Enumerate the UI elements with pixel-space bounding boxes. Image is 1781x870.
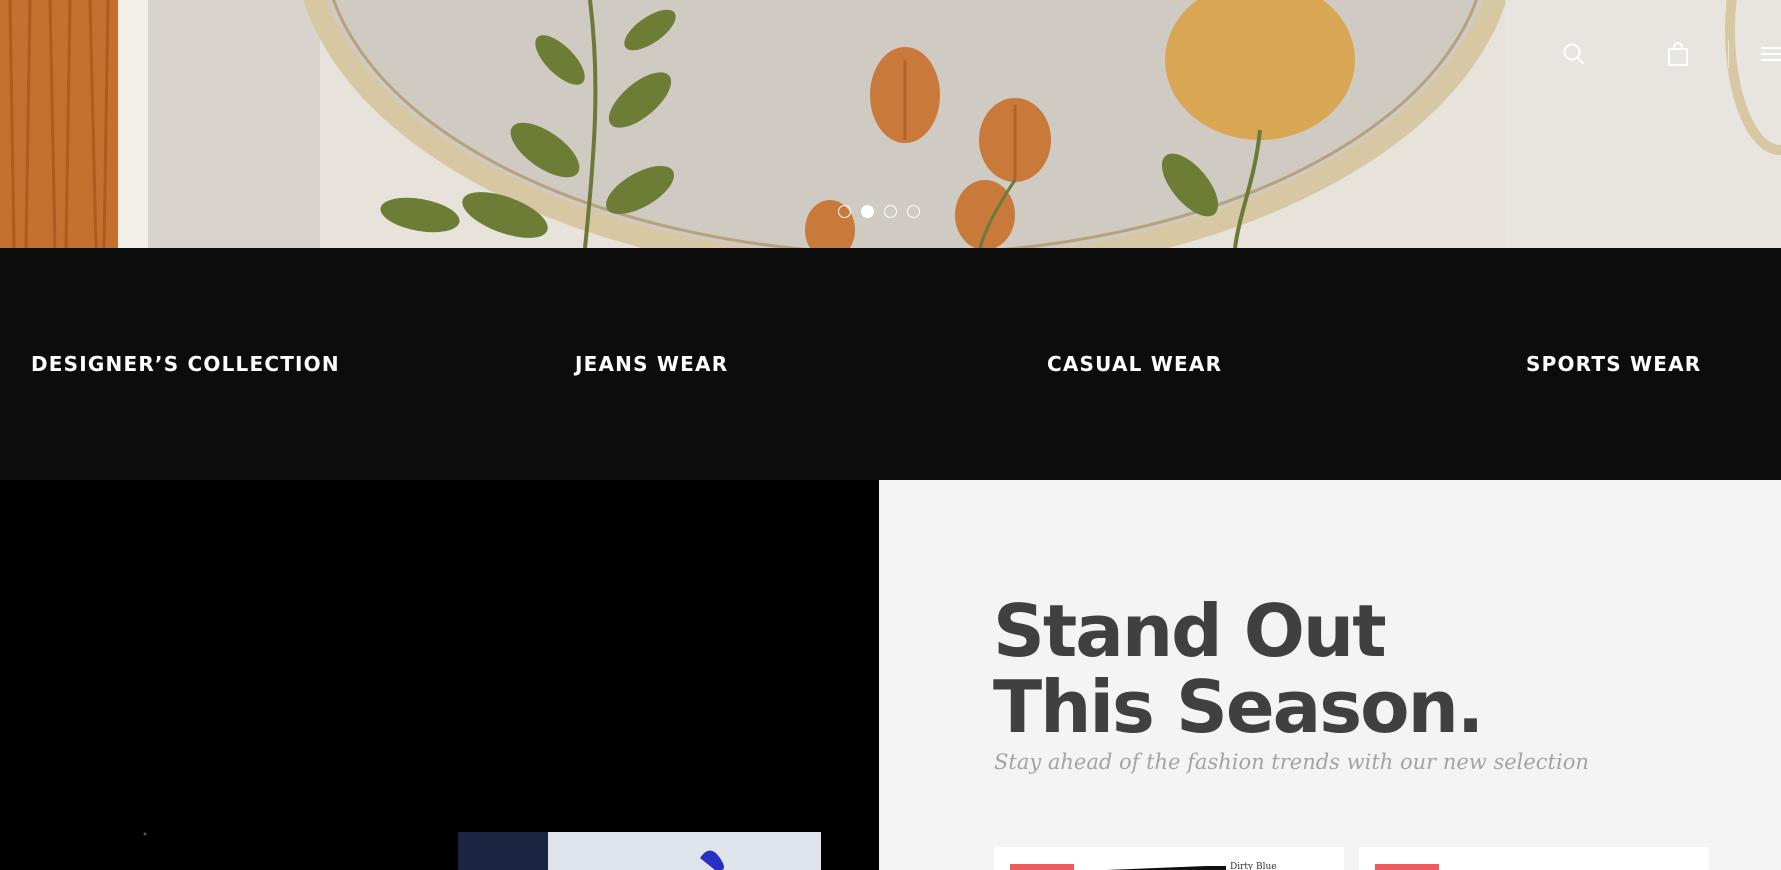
headline-line-1: Stand Out xyxy=(993,589,1387,673)
product-badge xyxy=(1375,864,1439,870)
slider-dot-4[interactable] xyxy=(907,205,920,218)
category-jeans-wear[interactable]: JEANS WEAR xyxy=(575,352,728,376)
category-designers-collection[interactable]: DESIGNER’S COLLECTION xyxy=(31,352,340,376)
promo-subtitle: Stay ahead of the fashion trends with ou… xyxy=(994,750,1589,774)
promo-photo xyxy=(0,480,879,870)
shopping-bag-icon[interactable] xyxy=(1664,40,1692,68)
product-thumbnail xyxy=(1106,866,1226,870)
slider-dot-1[interactable] xyxy=(838,205,851,218)
menu-icon[interactable] xyxy=(1761,40,1781,68)
promo-image xyxy=(0,480,879,870)
slider-pagination xyxy=(838,205,920,218)
hero-slider xyxy=(0,0,1781,248)
product-card[interactable] xyxy=(1359,847,1709,870)
slider-dot-2[interactable] xyxy=(861,205,874,218)
search-icon[interactable] xyxy=(1560,40,1588,68)
slider-dot-3[interactable] xyxy=(884,205,897,218)
category-sports-wear[interactable]: SPORTS WEAR xyxy=(1526,352,1701,376)
category-bar: DESIGNER’S COLLECTION JEANS WEAR CASUAL … xyxy=(0,248,1781,480)
product-card[interactable]: Dirty Blue xyxy=(994,847,1344,870)
category-casual-wear[interactable]: CASUAL WEAR xyxy=(1047,352,1222,376)
promo-headline: Stand Out This Season. xyxy=(993,589,1484,749)
headline-line-2: This Season. xyxy=(993,665,1484,749)
product-badge xyxy=(1010,864,1074,870)
product-title[interactable]: Dirty Blue xyxy=(1230,862,1277,870)
header-divider xyxy=(1728,40,1729,68)
promo-panel: Stand Out This Season. Stay ahead of the… xyxy=(879,480,1781,870)
